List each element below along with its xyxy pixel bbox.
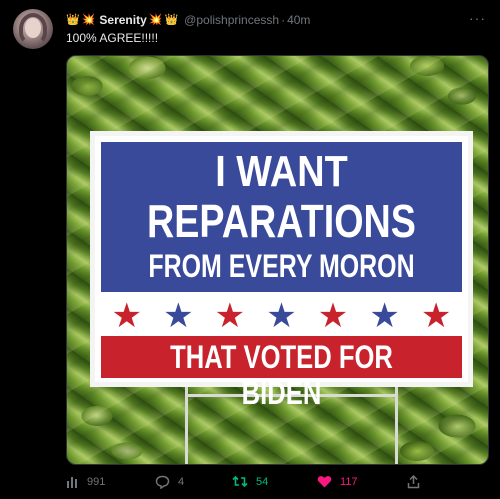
- red-star-icon: ★: [420, 297, 452, 335]
- sign-blue-panel: I WANT REPARATIONS FROM EVERY MORON: [101, 142, 462, 292]
- crown-emoji: 👑: [66, 14, 80, 26]
- crown-emoji: 👑: [164, 14, 179, 26]
- bar-chart-icon: [66, 475, 79, 488]
- sign-line-2: REPARATIONS: [147, 195, 416, 247]
- retweet-count: 54: [256, 475, 269, 488]
- share-icon: [407, 475, 420, 489]
- reply-bubble-icon: [155, 475, 170, 489]
- like-count: 117: [340, 475, 358, 488]
- red-star-icon: ★: [214, 297, 246, 335]
- tweet-timestamp[interactable]: 40m: [287, 13, 310, 27]
- blue-star-icon: ★: [266, 297, 297, 335]
- blue-star-icon: ★: [163, 297, 194, 335]
- tweet-actions: 991 4 54 117: [66, 475, 426, 493]
- collision-emoji: 💥: [148, 14, 163, 26]
- collision-emoji: 💥: [81, 14, 96, 26]
- yard-sign: I WANT REPARATIONS FROM EVERY MORON ★ ★ …: [90, 131, 473, 411]
- sign-line-4: THAT VOTED FOR BIDEN: [170, 339, 393, 411]
- user-handle[interactable]: @polishprincessh: [184, 13, 279, 27]
- views-button[interactable]: 991: [66, 475, 105, 488]
- sign-red-panel: THAT VOTED FOR BIDEN: [101, 336, 462, 411]
- display-name[interactable]: Serenity: [99, 13, 146, 27]
- red-star-icon: ★: [111, 297, 143, 335]
- avatar[interactable]: [13, 9, 53, 49]
- sign-stars-row: ★ ★ ★ ★ ★ ★ ★: [101, 296, 462, 336]
- like-button[interactable]: 117: [317, 475, 358, 488]
- reply-button[interactable]: 4: [155, 475, 184, 489]
- views-count: 991: [87, 475, 106, 488]
- share-button[interactable]: [407, 475, 420, 489]
- retweet-button[interactable]: 54: [232, 475, 268, 488]
- tweet-header: 👑 💥 Serenity 💥 👑 @polishprincessh · 40m: [66, 11, 310, 29]
- blue-star-icon: ★: [369, 297, 400, 335]
- heart-icon: [317, 475, 332, 488]
- tweet-image[interactable]: I WANT REPARATIONS FROM EVERY MORON ★ ★ …: [66, 55, 489, 465]
- header-separator: ·: [281, 13, 286, 27]
- tweet[interactable]: 👑 💥 Serenity 💥 👑 @polishprincessh · 40m …: [0, 0, 500, 499]
- avatar-face: [25, 18, 41, 38]
- tweet-text: 100% AGREE!!!!!: [66, 31, 159, 45]
- sign-line-3: FROM EVERY MORON: [148, 248, 415, 284]
- more-dots-icon[interactable]: ···: [469, 10, 486, 26]
- red-star-icon: ★: [317, 297, 349, 335]
- retweet-icon: [232, 475, 248, 488]
- reply-count: 4: [178, 476, 185, 488]
- sign-line-1: I WANT: [215, 147, 348, 196]
